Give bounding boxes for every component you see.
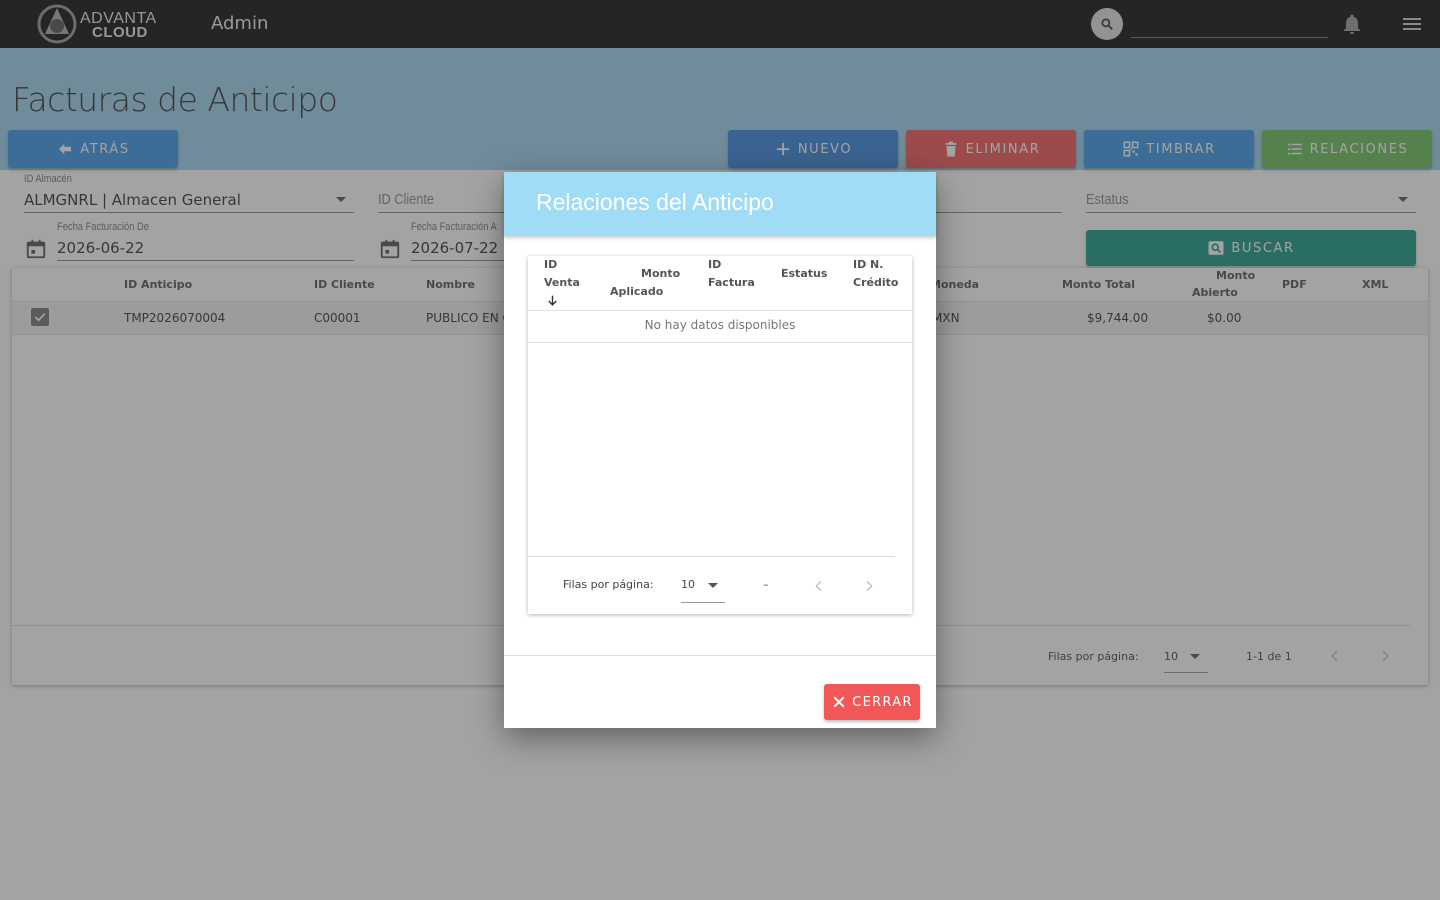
inner-header-divider [528, 310, 912, 311]
header-estatus[interactable]: Estatus [781, 265, 827, 283]
header-monto-aplicado-line1: Monto [641, 267, 681, 280]
chevron-down-icon [708, 583, 718, 588]
header-id-nc-line2: Crédito [853, 276, 899, 289]
inner-row-divider [528, 342, 912, 343]
chevron-left-icon[interactable] [811, 578, 827, 594]
close-icon [833, 696, 845, 708]
relations-dialog: Relaciones del Anticipo ID Venta Monto A… [504, 172, 936, 728]
header-id-venta-line2: Venta [544, 276, 580, 289]
no-data-message: No hay datos disponibles [644, 318, 796, 332]
arrow-down-sort-icon [548, 295, 557, 306]
close-button-label: CERRAR [852, 694, 913, 710]
dialog-title: Relaciones del Anticipo [536, 189, 774, 215]
close-button[interactable]: CERRAR [824, 684, 920, 720]
header-id-venta-line1: ID [544, 258, 558, 271]
dialog-rows-per-page-value: 10 [681, 578, 695, 591]
header-monto-aplicado-line2: Aplicado [610, 285, 664, 298]
dialog-pagination-range: – [763, 578, 769, 591]
header-id-nc-line1: ID N. [853, 258, 884, 271]
dialog-rows-per-page-underline [681, 602, 725, 603]
header-id-factura-line2: Factura [708, 276, 755, 289]
dialog-header: Relaciones del Anticipo [504, 172, 936, 236]
chevron-right-icon[interactable] [861, 578, 877, 594]
dialog-rows-per-page-label: Filas por página: [563, 578, 654, 591]
inner-footer-divider [528, 556, 895, 557]
relations-table-card: ID Venta Monto Aplicado ID Factura Estat… [528, 256, 912, 614]
header-id-factura-line1: ID [708, 258, 722, 271]
dialog-actions-divider [504, 655, 936, 656]
